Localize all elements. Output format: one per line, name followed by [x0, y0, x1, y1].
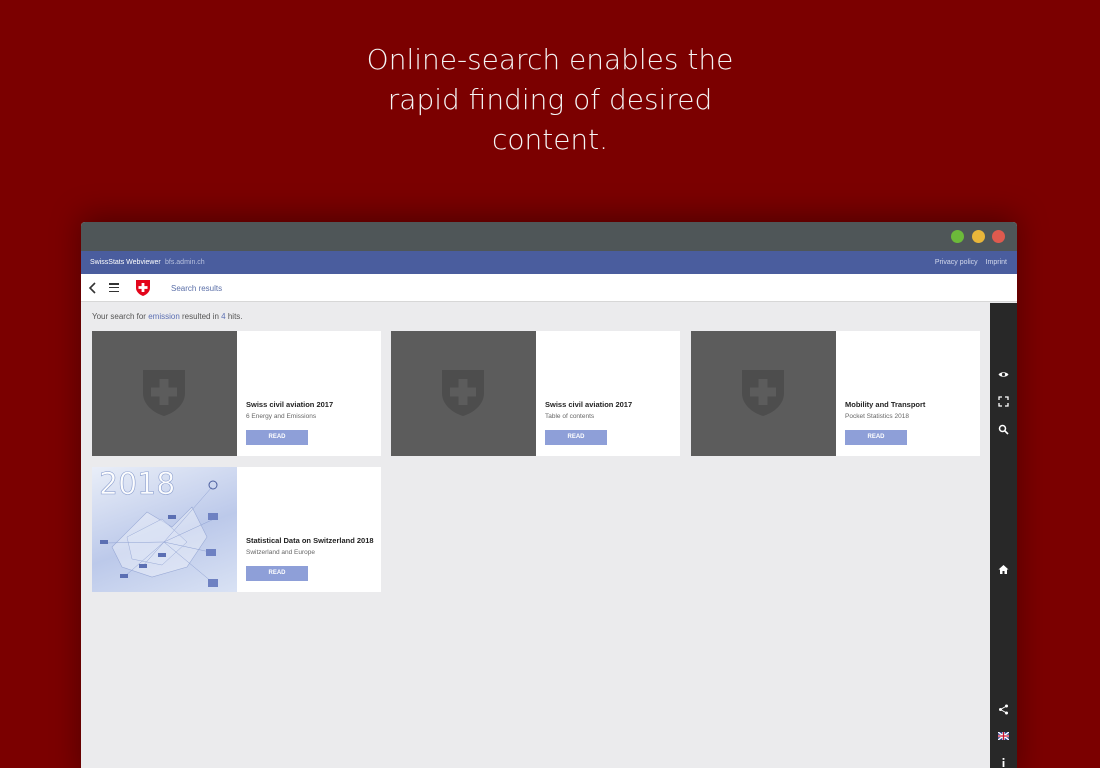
read-button[interactable]: READ	[246, 430, 308, 445]
result-card[interactable]: 2018 Statistical Data on Switzerland 201…	[92, 467, 381, 592]
maximize-button[interactable]	[951, 230, 964, 243]
summary-prefix: Your search for	[92, 312, 146, 321]
privacy-policy-link[interactable]: Privacy policy	[935, 259, 978, 266]
imprint-link[interactable]: Imprint	[986, 259, 1007, 266]
search-summary: Your search for emission resulted in 4 h…	[92, 312, 243, 321]
search-term: emission	[148, 312, 180, 321]
browser-window: SwissStats Webviewer bfs.admin.ch Privac…	[81, 222, 1017, 768]
result-thumbnail[interactable]	[391, 331, 536, 456]
result-title[interactable]: Swiss civil aviation 2017	[545, 400, 632, 409]
search-results: Your search for emission resulted in 4 h…	[81, 303, 990, 768]
right-sidebar	[990, 303, 1017, 768]
headline-line-2: rapid finding of desired	[387, 83, 713, 116]
cover-illustration	[100, 480, 218, 587]
toolbar: Search results	[81, 274, 1017, 302]
result-subtitle: Pocket Statistics 2018	[845, 413, 909, 420]
crest-placeholder-icon	[742, 370, 784, 416]
back-icon[interactable]	[88, 282, 98, 294]
summary-middle: resulted in	[182, 312, 219, 321]
result-title[interactable]: Statistical Data on Switzerland 2018	[246, 536, 374, 545]
result-card[interactable]: Mobility and Transport Pocket Statistics…	[691, 331, 980, 456]
read-button[interactable]: READ	[845, 430, 907, 445]
summary-suffix: hits.	[227, 312, 243, 321]
result-cover-image[interactable]: 2018	[92, 467, 237, 592]
close-button[interactable]	[992, 230, 1005, 243]
page-title: Search results	[171, 284, 223, 293]
fullscreen-icon[interactable]	[998, 396, 1009, 407]
minimize-button[interactable]	[972, 230, 985, 243]
eye-icon[interactable]	[998, 369, 1009, 380]
app-brand[interactable]: SwissStats Webviewer	[90, 259, 161, 266]
read-button[interactable]: READ	[246, 566, 308, 581]
app-domain[interactable]: bfs.admin.ch	[165, 259, 205, 266]
header-links: Privacy policy Imprint	[929, 259, 1007, 266]
uk-flag-icon[interactable]	[998, 732, 1009, 740]
result-subtitle: Switzerland and Europe	[246, 549, 316, 556]
result-info: Statistical Data on Switzerland 2018 Swi…	[246, 467, 376, 592]
swiss-crest-logo[interactable]	[135, 279, 151, 297]
result-info: Swiss civil aviation 2017 Table of conte…	[545, 331, 675, 456]
result-card[interactable]: Swiss civil aviation 2017 6 Energy and E…	[92, 331, 381, 456]
result-thumbnail[interactable]	[92, 331, 237, 456]
result-info: Swiss civil aviation 2017 6 Energy and E…	[246, 331, 376, 456]
headline: Online-search enables the rapid finding …	[0, 40, 1100, 160]
window-titlebar	[81, 222, 1017, 251]
result-info: Mobility and Transport Pocket Statistics…	[845, 331, 975, 456]
share-icon[interactable]	[998, 704, 1009, 715]
info-icon[interactable]	[998, 757, 1009, 768]
result-title[interactable]: Mobility and Transport	[845, 400, 925, 409]
result-thumbnail[interactable]	[691, 331, 836, 456]
crest-placeholder-icon	[442, 370, 484, 416]
headline-line-3: content.	[491, 123, 609, 156]
result-subtitle: Table of contents	[545, 413, 595, 420]
hit-count: 4	[221, 312, 226, 321]
home-icon[interactable]	[998, 564, 1009, 575]
menu-icon[interactable]	[109, 283, 119, 293]
result-subtitle: 6 Energy and Emissions	[246, 413, 317, 420]
crest-placeholder-icon	[143, 370, 185, 416]
read-button[interactable]: READ	[545, 430, 607, 445]
app-header: SwissStats Webviewer bfs.admin.ch Privac…	[81, 251, 1017, 274]
result-card[interactable]: Swiss civil aviation 2017 Table of conte…	[391, 331, 680, 456]
headline-line-1: Online-search enables the	[366, 43, 734, 76]
result-title[interactable]: Swiss civil aviation 2017	[246, 400, 333, 409]
search-icon[interactable]	[998, 424, 1009, 435]
